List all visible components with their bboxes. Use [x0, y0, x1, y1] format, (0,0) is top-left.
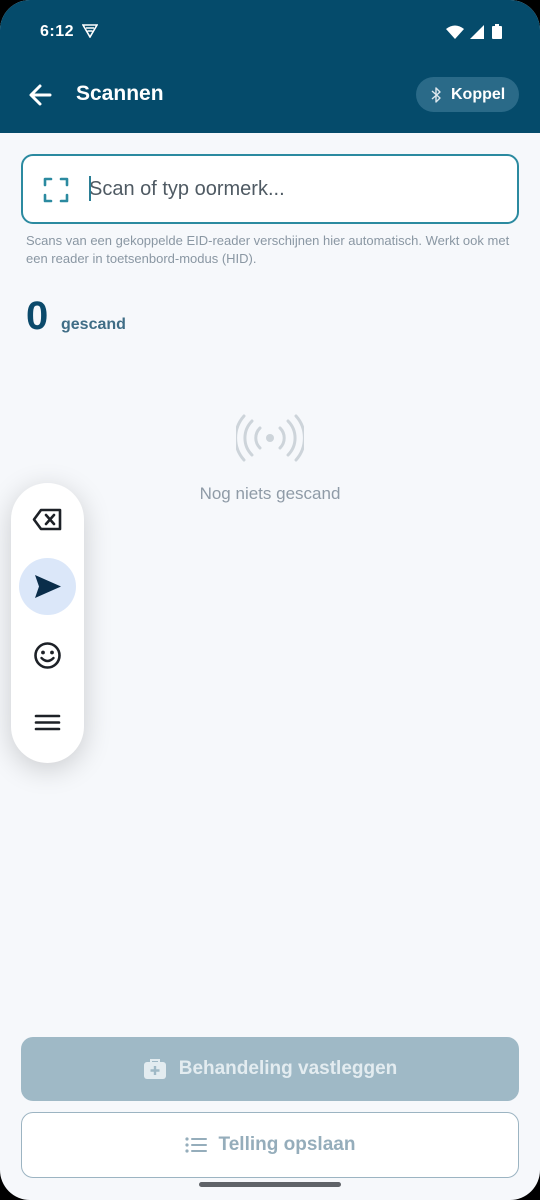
- scan-count: 0: [26, 294, 49, 338]
- battery-icon: [492, 24, 502, 39]
- record-treatment-button[interactable]: Behandeling vastleggen: [21, 1037, 519, 1101]
- text-caret: [89, 176, 91, 201]
- emoji-button[interactable]: [19, 627, 76, 684]
- scan-screen: 6:12 Scannen Koppel Scan of typ oormerk.…: [0, 0, 540, 1200]
- menu-button[interactable]: [19, 694, 76, 751]
- status-bar: 6:12: [0, 0, 540, 52]
- status-time: 6:12: [40, 23, 75, 40]
- backspace-button[interactable]: [19, 491, 76, 548]
- pair-button-label: Koppel: [451, 85, 506, 103]
- first-aid-kit-icon: [143, 1059, 166, 1079]
- page-title: Scannen: [76, 82, 164, 105]
- radio-waves-icon: [236, 414, 304, 462]
- scan-frame-icon: [43, 177, 69, 203]
- bluetooth-icon: [431, 86, 441, 103]
- send-button[interactable]: [19, 558, 76, 615]
- emoji-icon: [34, 642, 61, 669]
- wifi-icon: [446, 25, 464, 39]
- empty-state-text: Nog niets gescand: [199, 484, 341, 503]
- sim-card-icon: [82, 24, 98, 38]
- bluetooth-pair-button[interactable]: Koppel: [416, 77, 519, 112]
- scan-input-field[interactable]: [21, 154, 519, 224]
- save-count-button[interactable]: Telling opslaan: [21, 1112, 519, 1178]
- record-treatment-label: Behandeling vastleggen: [178, 1058, 398, 1079]
- app-bar: 6:12 Scannen Koppel: [0, 0, 540, 133]
- signal-icon: [470, 25, 484, 39]
- save-count-label: Telling opslaan: [218, 1134, 356, 1155]
- scan-count-label: gescand: [61, 316, 126, 333]
- home-indicator[interactable]: [199, 1182, 341, 1187]
- floating-keyboard-toolbar: [11, 483, 84, 763]
- menu-icon: [34, 714, 61, 731]
- scan-hint: Scans van een gekoppelde EID-reader vers…: [26, 233, 510, 266]
- list-icon: [184, 1137, 207, 1153]
- back-arrow-icon[interactable]: [24, 78, 58, 112]
- backspace-icon: [32, 508, 62, 531]
- send-icon: [35, 575, 61, 598]
- ear-tag-input[interactable]: [89, 170, 499, 208]
